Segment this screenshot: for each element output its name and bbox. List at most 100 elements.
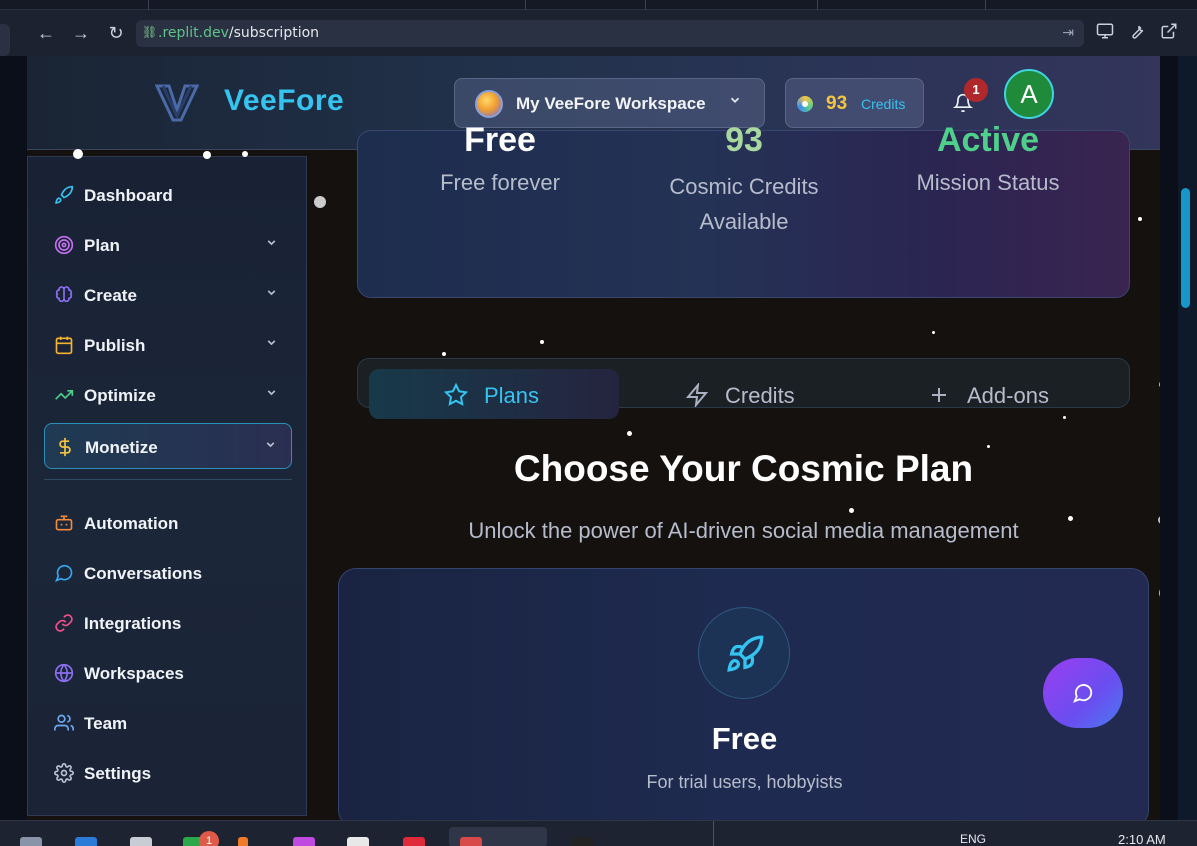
workspace-name: My VeeFore Workspace — [516, 94, 706, 113]
address-bar[interactable]: ⛓ .replit.dev/subscription ⇥ — [136, 20, 1084, 47]
clock[interactable]: 2:10 AM — [1118, 832, 1166, 846]
chevron-down-icon — [265, 236, 278, 252]
scrollbar-track[interactable] — [1178, 56, 1197, 820]
language-indicator[interactable]: ENG — [960, 832, 986, 846]
sidebar-item-label: Workspaces — [84, 664, 184, 683]
taskbar-app-icon[interactable] — [130, 837, 152, 846]
sidebar-item-settings[interactable]: Settings — [44, 750, 292, 796]
tab-label: Add-ons — [967, 383, 1049, 408]
sidebar-item-dashboard[interactable]: Dashboard — [44, 172, 292, 218]
star-decoration — [73, 149, 83, 159]
sidebar-item-publish[interactable]: Publish — [44, 322, 292, 368]
chat-button[interactable] — [1043, 658, 1123, 728]
page-subtitle: Unlock the power of AI-driven social med… — [468, 518, 1019, 543]
brand-name[interactable]: VeeFore — [224, 84, 344, 118]
side-panel-edge[interactable] — [0, 24, 10, 56]
message-circle-icon — [54, 563, 74, 583]
sidebar-item-label: Dashboard — [84, 186, 173, 205]
sidebar-item-label: Plan — [84, 236, 120, 255]
dollar-icon — [55, 437, 75, 457]
tab-credits[interactable]: Credits — [619, 369, 869, 419]
taskbar-app-icon[interactable] — [238, 837, 248, 846]
plan-card-free[interactable]: Free For trial users, hobbyists — [338, 568, 1149, 820]
workspace-avatar — [475, 90, 503, 118]
plan-icon-container — [698, 607, 790, 699]
link-icon — [54, 613, 74, 633]
page-title: Choose Your Cosmic Plan — [513, 448, 974, 489]
sidebar-item-conversations[interactable]: Conversations — [44, 550, 292, 596]
os-taskbar — [0, 820, 1197, 846]
sidebar-item-optimize[interactable]: Optimize — [44, 372, 292, 418]
sidebar-item-label: Settings — [84, 764, 152, 783]
chevron-down-icon — [728, 93, 742, 110]
open-external-icon[interactable] — [1158, 22, 1180, 44]
scrollbar-thumb[interactable] — [1181, 188, 1190, 308]
tab-plans[interactable]: Plans — [369, 369, 619, 419]
notification-badge: 1 — [964, 78, 988, 102]
credits-count: 93 — [826, 93, 848, 114]
tab-separator — [148, 0, 149, 10]
plus-icon — [927, 383, 951, 407]
calendar-icon — [54, 335, 74, 355]
stat-plan-label: Free forever — [440, 170, 560, 195]
app-frame: VeeFore My VeeFore Workspace 93 Credits … — [27, 56, 1160, 820]
star-icon — [443, 382, 469, 407]
taskbar-app-icon[interactable] — [347, 837, 369, 846]
stat-credits-label: Cosmic Credits Available — [669, 174, 819, 234]
tab-label: Plans — [484, 383, 540, 408]
taskbar-app-icon[interactable] — [403, 837, 425, 846]
user-avatar[interactable]: A — [1004, 69, 1054, 119]
tab-label: Credits — [725, 383, 795, 408]
forward-icon[interactable]: → — [70, 22, 92, 44]
sidebar-item-plan[interactable]: Plan — [44, 222, 292, 268]
message-circle-icon — [1073, 684, 1093, 703]
trending-up-icon — [54, 385, 74, 405]
sidebar-item-automation[interactable]: Automation — [44, 500, 292, 546]
users-icon — [54, 713, 75, 733]
taskbar-app-icon[interactable] — [20, 837, 42, 846]
sidebar: Dashboard Plan Create Publish Optimize M… — [27, 149, 307, 816]
sidebar-item-monetize[interactable]: Monetize — [44, 423, 292, 469]
monitor-icon[interactable] — [1094, 22, 1116, 44]
stat-credits-value: 93 — [725, 121, 763, 159]
sidebar-item-label: Conversations — [84, 564, 203, 583]
sidebar-item-label: Publish — [84, 336, 146, 355]
sidebar-item-label: Automation — [84, 514, 179, 533]
stat-status-label: Mission Status — [916, 170, 1060, 195]
go-icon[interactable]: ⇥ — [1062, 24, 1074, 41]
sidebar-item-team[interactable]: Team — [44, 700, 292, 746]
tab-strip — [0, 0, 1197, 10]
sidebar-item-create[interactable]: Create — [44, 272, 292, 318]
taskbar-app-icon[interactable] — [572, 837, 594, 846]
sidebar-item-integrations[interactable]: Integrations — [44, 600, 292, 646]
veefore-logo-icon[interactable] — [154, 84, 200, 122]
plan-description: For trial users, hobbyists — [646, 772, 843, 792]
reload-icon[interactable]: ↻ — [105, 22, 127, 44]
star-decoration — [242, 151, 248, 157]
taskbar-app-icon[interactable] — [293, 837, 315, 846]
credits-label: Credits — [861, 96, 906, 112]
site-info-icon[interactable]: ⛓ — [142, 25, 157, 39]
tab-separator — [525, 0, 526, 10]
taskbar-app-icon[interactable] — [460, 837, 482, 846]
star-decoration — [203, 151, 211, 159]
tab-add-ons[interactable]: Add-ons — [869, 369, 1119, 419]
sidebar-item-label: Monetize — [85, 438, 158, 457]
brain-icon — [54, 285, 74, 305]
browser-toolbar: ← → ↻ ⛓ .replit.dev/subscription ⇥ — [0, 0, 1197, 56]
sidebar-item-label: Integrations — [84, 614, 182, 633]
globe-icon — [54, 663, 74, 683]
taskbar-badge: 1 — [199, 831, 219, 846]
taskbar-divider — [713, 821, 714, 846]
rocket-icon — [727, 635, 764, 672]
back-icon[interactable]: ← — [35, 22, 57, 44]
tab-separator — [985, 0, 986, 10]
wrench-icon[interactable] — [1126, 22, 1148, 44]
chevron-down-icon — [265, 386, 278, 402]
taskbar-app-icon[interactable] — [75, 837, 97, 846]
chevron-down-icon — [265, 336, 278, 352]
chevron-down-icon — [265, 286, 278, 302]
url-text[interactable]: .replit.dev/subscription — [158, 25, 319, 41]
sidebar-item-workspaces[interactable]: Workspaces — [44, 650, 292, 696]
chevron-down-icon — [264, 438, 277, 454]
